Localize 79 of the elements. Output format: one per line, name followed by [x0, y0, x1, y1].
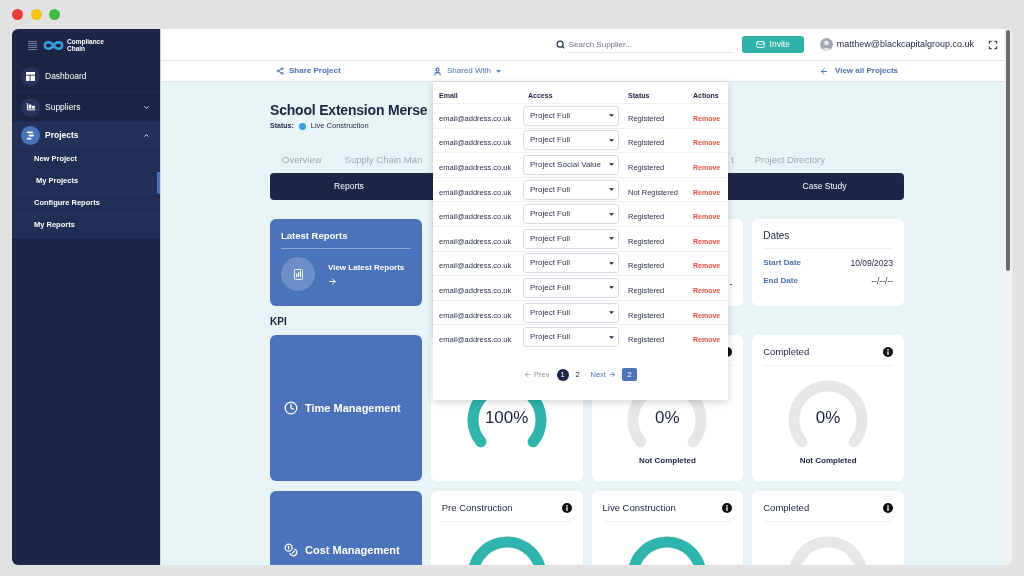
info-icon[interactable]	[561, 503, 572, 513]
date-value: --/--/--	[871, 274, 893, 288]
share-project-link[interactable]: Share Project	[276, 65, 341, 77]
caret-icon	[609, 188, 614, 192]
access-select[interactable]: Project Full	[523, 228, 619, 249]
scrollbar-thumb[interactable]	[1006, 30, 1010, 271]
arrow-left-icon	[819, 66, 829, 76]
access-select[interactable]: Project Full	[523, 105, 619, 126]
summary-value: -	[729, 279, 733, 289]
info-icon[interactable]	[883, 503, 893, 513]
sidebar-item[interactable]: Dashboard	[12, 61, 160, 93]
caret-icon	[609, 335, 614, 339]
arrow-left-icon	[524, 371, 532, 379]
project-title: School Extension Merse	[270, 101, 428, 119]
caret-icon	[609, 286, 614, 290]
layout-icon	[21, 67, 40, 86]
access-select[interactable]: Project Full	[523, 179, 619, 200]
gauge-caption: Not Completed	[799, 456, 857, 466]
kpi-card-title: Live Construction	[602, 500, 676, 515]
caret-icon	[609, 237, 614, 241]
window-close-button[interactable]	[12, 9, 23, 20]
search-icon	[555, 40, 565, 49]
card-title: Latest Reports	[281, 230, 349, 242]
access-select[interactable]: Project Full	[523, 130, 619, 151]
view-latest-reports-link[interactable]: View Latest Reports	[328, 262, 405, 286]
caret-icon	[496, 69, 502, 73]
arrow-right-icon	[328, 277, 337, 286]
date-label: End Date	[763, 275, 798, 287]
access-select[interactable]: Project Full	[523, 277, 619, 298]
bars-icon	[21, 126, 40, 145]
gauge-value: 0%	[814, 408, 842, 428]
share-icon	[276, 67, 284, 75]
date-value: 10/09/2023	[850, 256, 893, 270]
user-email: matthew@blackcapitalgroup.co.uk	[836, 37, 974, 51]
search-field[interactable]: Search Supplier...	[568, 36, 733, 53]
date-label: Start Date	[763, 257, 802, 269]
kpi-category: Cost Management	[305, 543, 400, 557]
view-all-projects-link[interactable]: View all Projects	[819, 65, 898, 77]
section-tab[interactable]: Case Study	[745, 173, 904, 200]
access-select[interactable]: Project Social Value	[523, 155, 619, 175]
kpi-card-title: Completed	[763, 500, 810, 515]
gauge-value: 0%	[654, 408, 681, 428]
kpi-card-title: Completed	[763, 344, 810, 359]
access-select[interactable]: Project Full	[523, 204, 619, 225]
shared-with-dropdown[interactable]: Shared With	[433, 65, 502, 77]
kpi-card-title: Pre Construction	[441, 500, 513, 515]
access-select[interactable]: Project Full	[523, 253, 619, 274]
section-tab[interactable]: Reports	[270, 173, 428, 200]
menu-icon[interactable]	[28, 40, 37, 50]
access-select[interactable]: Project Full	[523, 327, 619, 348]
user-icon	[433, 66, 442, 76]
section-heading: KPI	[270, 316, 287, 328]
arrow-right-icon	[608, 371, 616, 379]
report-icon	[281, 257, 315, 291]
logo-icon	[43, 39, 64, 51]
coins-icon	[284, 543, 298, 557]
clock-icon	[284, 401, 298, 415]
mail-icon	[755, 40, 765, 49]
chevron-down-icon[interactable]	[143, 103, 150, 111]
gauge-caption: Not Completed	[638, 456, 696, 466]
fullscreen-icon[interactable]	[988, 39, 998, 50]
caret-icon	[609, 261, 614, 265]
caret-icon	[609, 138, 614, 142]
caret-icon	[609, 163, 614, 167]
info-icon[interactable]	[883, 347, 893, 357]
caret-icon	[609, 311, 614, 315]
kpi-category-card[interactable]: Time Management	[270, 335, 422, 481]
kpi-category-card[interactable]: Cost Management	[270, 491, 422, 565]
access-select[interactable]: Project Full	[523, 302, 619, 323]
chevron-up-icon[interactable]	[143, 132, 150, 139]
caret-icon	[609, 114, 614, 118]
info-icon[interactable]	[722, 503, 733, 513]
kpi-category: Time Management	[305, 401, 401, 415]
sidebar-item[interactable]: Projects	[12, 122, 160, 150]
gauge-value: 100%	[483, 408, 530, 428]
bar-chart-icon	[21, 97, 40, 117]
card-title: Dates	[763, 230, 791, 242]
caret-icon	[609, 212, 614, 216]
page-badge[interactable]: 2	[621, 368, 637, 382]
